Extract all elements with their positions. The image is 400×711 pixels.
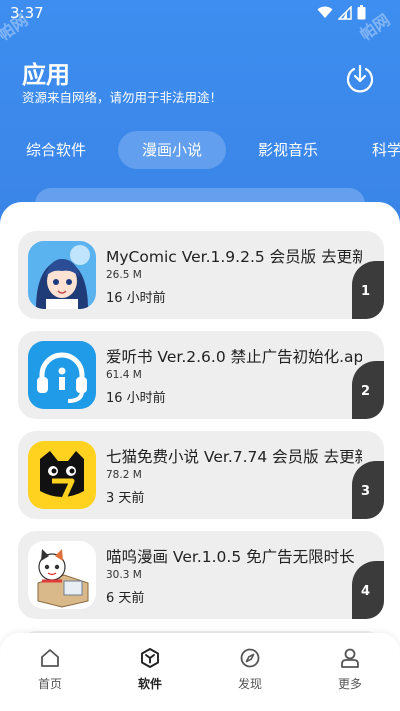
item-size: 30.3 M bbox=[106, 569, 142, 581]
list-item[interactable]: MyComic Ver.1.9.2.5 会员版 去更新 26.5 M 16 小时… bbox=[18, 231, 384, 319]
list-item[interactable]: 七猫免费小说 Ver.7.74 会员版 去更新 78.2 M 3 天前 3 bbox=[18, 431, 384, 519]
item-title: 爱听书 Ver.2.6.0 禁止广告初始化.apk bbox=[106, 348, 362, 366]
download-button[interactable] bbox=[345, 63, 375, 93]
headphones-icon bbox=[28, 341, 96, 409]
item-size: 78.2 M bbox=[106, 469, 142, 481]
list-item[interactable]: 喵呜漫画 Ver.1.0.5 免广告无限时长 30.3 M 6 天前 4 bbox=[18, 531, 384, 619]
category-tabs: 综合软件 漫画小说 影视音乐 科学 bbox=[0, 131, 400, 169]
tab-general-software[interactable]: 综合软件 bbox=[26, 131, 86, 169]
nav-home-label: 首页 bbox=[37, 677, 62, 691]
item-time: 16 小时前 bbox=[106, 391, 166, 406]
home-icon bbox=[41, 649, 59, 667]
nav-more-label: 更多 bbox=[337, 677, 362, 691]
download-icon bbox=[346, 64, 374, 93]
wifi-icon bbox=[317, 6, 333, 18]
nav-software[interactable]: 软件 bbox=[120, 647, 180, 692]
rank-number: 3 bbox=[360, 484, 370, 499]
rank-number: 4 bbox=[360, 584, 370, 599]
item-time: 16 小时前 bbox=[106, 291, 166, 306]
item-size: 61.4 M bbox=[106, 369, 142, 381]
tab-video-music[interactable]: 影视音乐 bbox=[258, 131, 318, 169]
list-item[interactable]: 爱听书 Ver.2.6.0 禁止广告初始化.apk 61.4 M 16 小时前 … bbox=[18, 331, 384, 419]
page-title: 应用 bbox=[22, 61, 70, 89]
black-cat-icon bbox=[28, 441, 96, 509]
rank-number: 2 bbox=[360, 384, 370, 399]
item-title: 喵呜漫画 Ver.1.0.5 免广告无限时长 bbox=[106, 548, 355, 566]
compass-icon bbox=[240, 648, 260, 668]
person-icon bbox=[341, 648, 359, 668]
signal-icon bbox=[338, 5, 352, 20]
rank-number: 1 bbox=[360, 284, 370, 299]
nav-software-label: 软件 bbox=[137, 677, 162, 691]
tab-comics-novels[interactable]: 漫画小说 bbox=[118, 131, 227, 169]
cat-box-icon bbox=[28, 541, 96, 609]
status-icons bbox=[317, 5, 366, 20]
item-time: 6 天前 bbox=[106, 591, 145, 606]
item-time: 3 天前 bbox=[106, 491, 145, 506]
page-subtitle: 资源来自网络，请勿用于非法用途！ bbox=[22, 90, 223, 105]
tab-science[interactable]: 科学 bbox=[372, 131, 400, 169]
nav-more[interactable]: 更多 bbox=[320, 647, 380, 692]
anime-girl-icon bbox=[28, 241, 96, 309]
item-title: 七猫免费小说 Ver.7.74 会员版 去更新 bbox=[106, 448, 362, 466]
item-size: 26.5 M bbox=[106, 269, 142, 281]
nav-discover[interactable]: 发现 bbox=[220, 647, 280, 692]
bottom-navigation: 首页 软件 发现 更多 bbox=[0, 633, 400, 711]
status-bar: 3:37 帕网 帕网 bbox=[0, 0, 400, 44]
nav-home[interactable]: 首页 bbox=[20, 647, 80, 692]
software-icon bbox=[141, 648, 159, 668]
item-title: MyComic Ver.1.9.2.5 会员版 去更新 bbox=[106, 248, 362, 266]
nav-discover-label: 发现 bbox=[237, 677, 262, 691]
